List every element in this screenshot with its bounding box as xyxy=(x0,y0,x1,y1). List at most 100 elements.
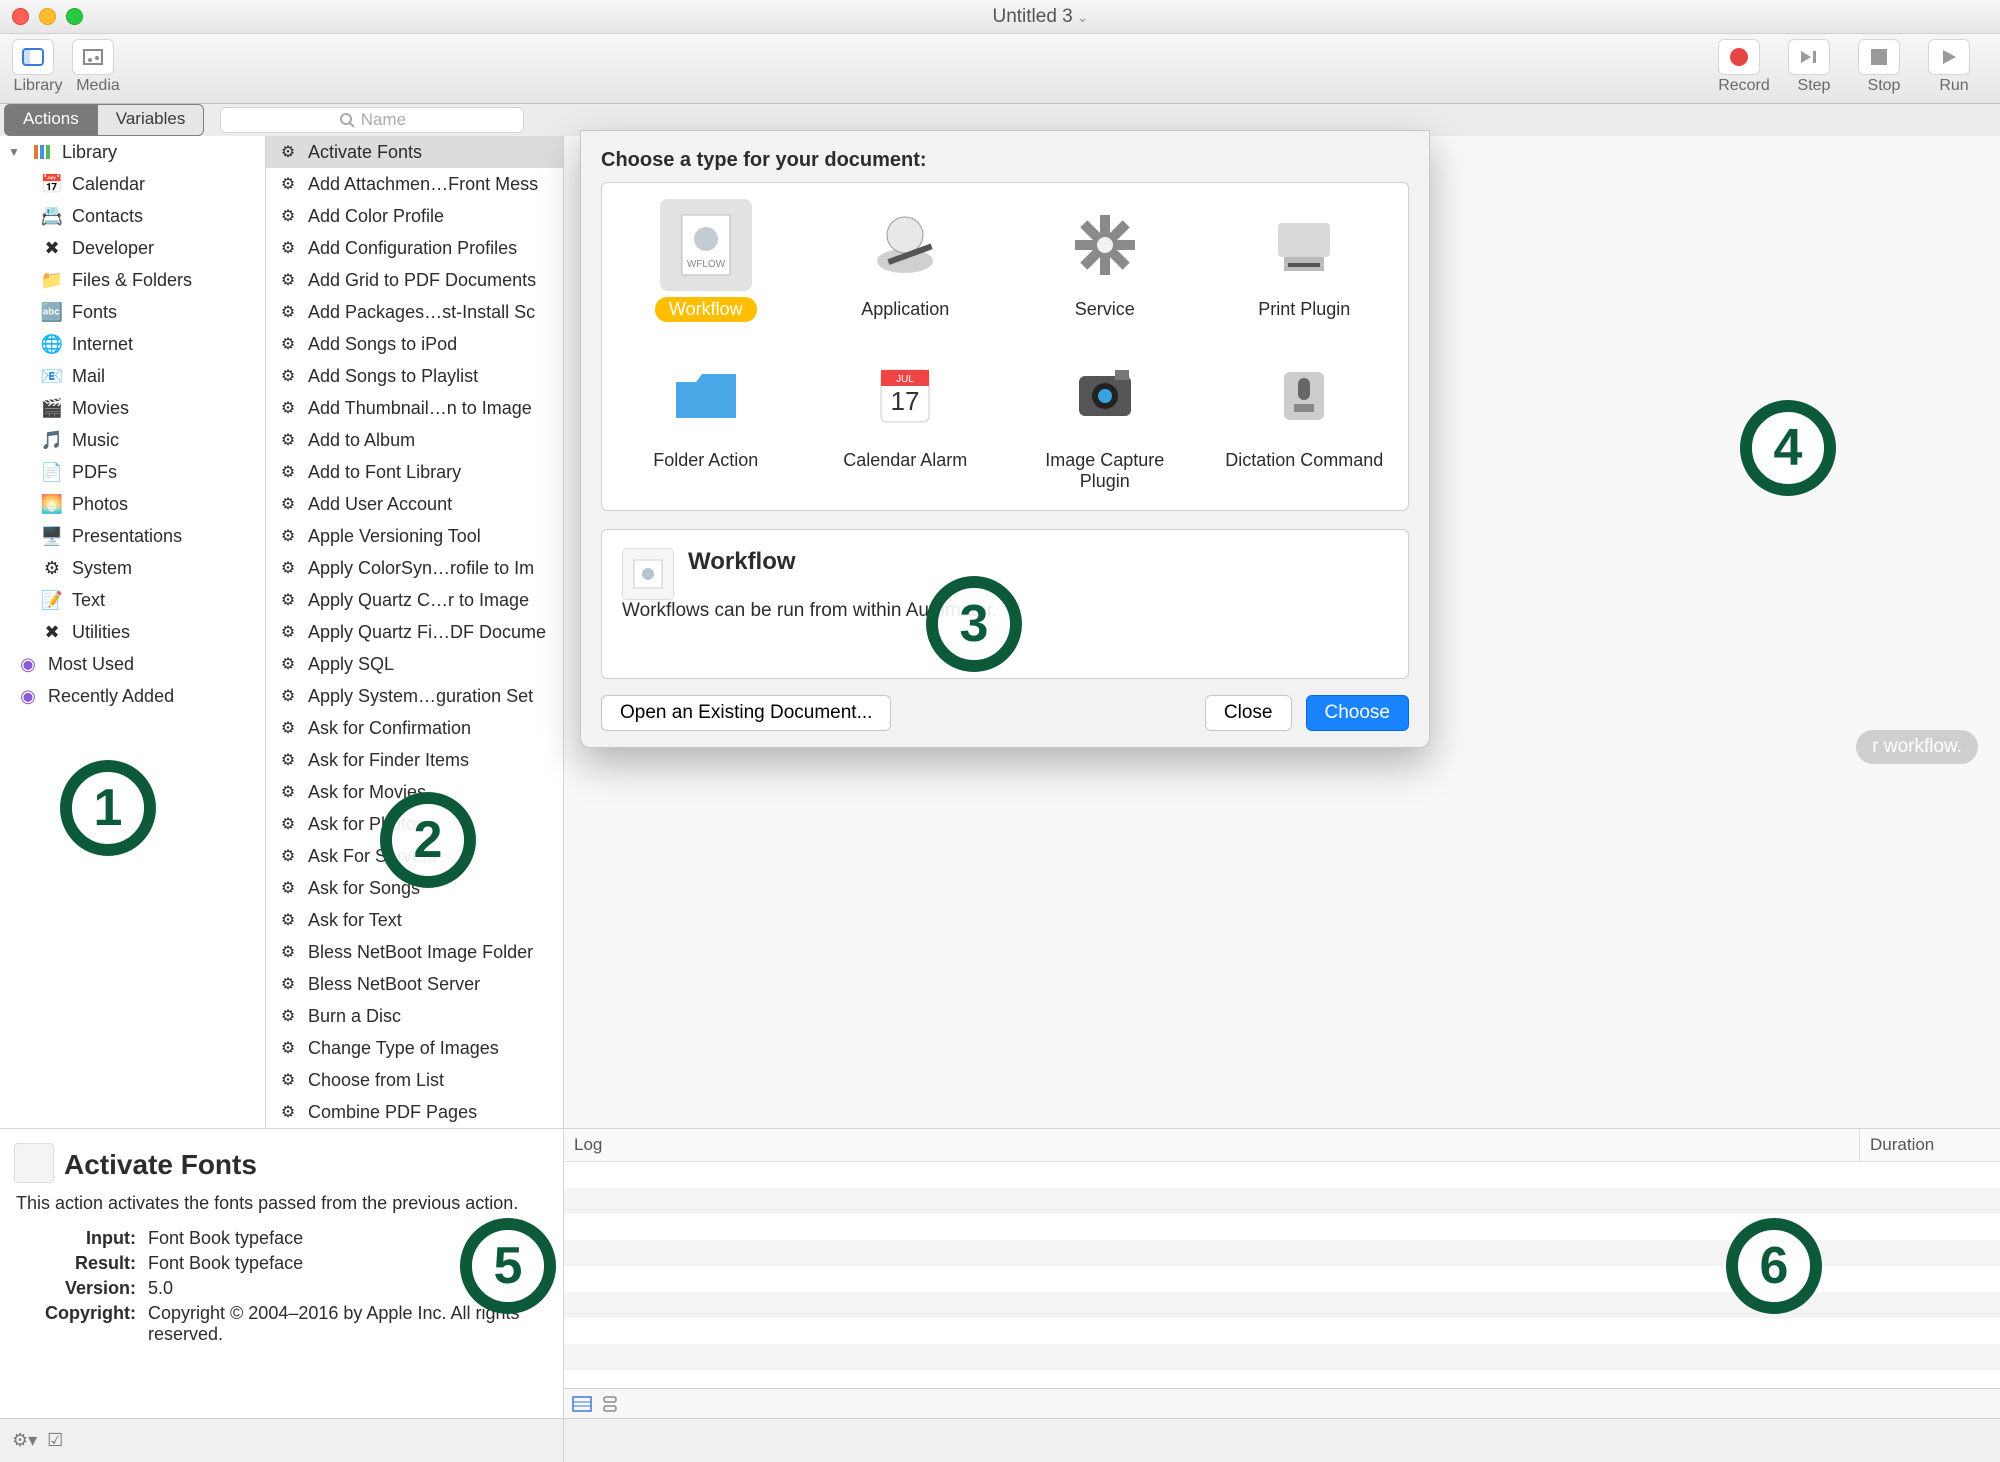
library-root[interactable]: ▼ Library xyxy=(0,136,265,168)
action-item[interactable]: ⚙︎ Add Configuration Profiles xyxy=(266,232,563,264)
action-icon: ⚙︎ xyxy=(276,140,300,164)
library-item-contacts[interactable]: 📇Contacts xyxy=(0,200,265,232)
run-button[interactable] xyxy=(1928,39,1970,75)
smart-folder-recently-added[interactable]: ◉Recently Added xyxy=(0,680,265,712)
action-label: Add Configuration Profiles xyxy=(308,238,517,259)
doc-type-print-plugin[interactable]: Print Plugin xyxy=(1209,199,1401,322)
action-item[interactable]: ⚙︎Add Grid to PDF Documents xyxy=(266,264,563,296)
log-col-duration[interactable]: Duration xyxy=(1860,1129,2000,1161)
calendar-icon: 📅 xyxy=(40,172,64,196)
action-item[interactable]: ⚙︎Apply ColorSyn…rofile to Im xyxy=(266,552,563,584)
library-item-presentations[interactable]: 🖥️Presentations xyxy=(0,520,265,552)
library-item-mail[interactable]: 📧Mail xyxy=(0,360,265,392)
action-item[interactable]: ⚙︎Add Songs to iPod xyxy=(266,328,563,360)
doc-type-calendar-alarm[interactable]: JUL17Calendar Alarm xyxy=(810,350,1002,494)
disclosure-triangle-icon[interactable]: ▼ xyxy=(8,145,22,159)
action-item[interactable]: ⚙︎Change Type of Images xyxy=(266,1032,563,1064)
action-icon: ⚙︎ xyxy=(276,236,300,260)
globe-icon: 🌐 xyxy=(40,332,64,356)
action-item[interactable]: ⚙︎ Activate Fonts xyxy=(266,136,563,168)
action-item[interactable]: ⚙︎Bless NetBoot Image Folder xyxy=(266,936,563,968)
action-item[interactable]: ⚙︎Add to Album xyxy=(266,424,563,456)
zoom-window-button[interactable] xyxy=(66,8,83,25)
title-chevron-icon: ⌄ xyxy=(1077,9,1089,25)
tab-actions[interactable]: Actions xyxy=(4,104,98,136)
action-item[interactable]: ⚙︎Apply Quartz Fi…DF Docume xyxy=(266,616,563,648)
tab-variables[interactable]: Variables xyxy=(98,104,205,136)
library-item-fonts[interactable]: 🔤Fonts xyxy=(0,296,265,328)
action-item[interactable]: ⚙︎Burn a Disc xyxy=(266,1000,563,1032)
action-item[interactable]: ⚙︎Ask for Confirmation xyxy=(266,712,563,744)
action-item[interactable]: ⚙︎Choose from List xyxy=(266,1064,563,1096)
action-icon: ⚙︎ xyxy=(276,332,300,356)
action-item[interactable]: ⚙︎Add User Account xyxy=(266,488,563,520)
action-icon: ⚙︎ xyxy=(276,524,300,548)
flow-view-icon[interactable] xyxy=(600,1396,620,1412)
action-item[interactable]: ⚙︎Apply System…guration Set xyxy=(266,680,563,712)
svg-text:JUL: JUL xyxy=(896,374,914,385)
media-button[interactable] xyxy=(72,39,114,75)
doc-type-dictation-command[interactable]: Dictation Command xyxy=(1209,350,1401,494)
library-label: Library xyxy=(14,77,63,95)
photos-icon: 🌅 xyxy=(40,492,64,516)
tools-icon: ✖︎ xyxy=(40,620,64,644)
action-label: Add Thumbnail…n to Image xyxy=(308,398,532,419)
action-label: Burn a Disc xyxy=(308,1006,401,1027)
action-item[interactable]: ⚙︎Add Attachmen…Front Mess xyxy=(266,168,563,200)
action-item[interactable]: ⚙︎Apple Versioning Tool xyxy=(266,520,563,552)
action-label: Combine PDF Pages xyxy=(308,1102,477,1123)
library-item-music[interactable]: 🎵Music xyxy=(0,424,265,456)
gear-menu-button[interactable]: ⚙︎▾ xyxy=(12,1430,37,1451)
choose-button[interactable]: Choose xyxy=(1306,695,1410,731)
library-item-label: Calendar xyxy=(72,174,145,195)
smart-folder-most-used[interactable]: ◉Most Used xyxy=(0,648,265,680)
search-input[interactable]: Name xyxy=(220,107,524,133)
library-item-internet[interactable]: 🌐Internet xyxy=(0,328,265,360)
open-existing-button[interactable]: Open an Existing Document... xyxy=(601,695,891,731)
close-window-button[interactable] xyxy=(12,8,29,25)
action-label: Add to Font Library xyxy=(308,462,461,483)
library-item-files-folders[interactable]: 📁Files & Folders xyxy=(0,264,265,296)
minimize-window-button[interactable] xyxy=(39,8,56,25)
doc-type-service[interactable]: Service xyxy=(1009,199,1201,322)
action-item[interactable]: ⚙︎Ask for Finder Items xyxy=(266,744,563,776)
library-item-utilities[interactable]: ✖︎Utilities xyxy=(0,616,265,648)
stop-button[interactable] xyxy=(1858,39,1900,75)
library-item-text[interactable]: 📝Text xyxy=(0,584,265,616)
pdf-icon: 📄 xyxy=(40,460,64,484)
close-button[interactable]: Close xyxy=(1205,695,1292,731)
action-item[interactable]: ⚙︎Apply SQL xyxy=(266,648,563,680)
library-item-developer[interactable]: ✖︎Developer xyxy=(0,232,265,264)
library-item-pdfs[interactable]: 📄 PDFs xyxy=(0,456,265,488)
action-item[interactable]: ⚙︎Add Songs to Playlist xyxy=(266,360,563,392)
lbl-copyright: Copyright: xyxy=(16,1303,136,1345)
action-label: Bless NetBoot Server xyxy=(308,974,480,995)
step-button[interactable] xyxy=(1788,39,1830,75)
library-item-label: PDFs xyxy=(72,462,117,483)
doc-type-application[interactable]: Application xyxy=(810,199,1002,322)
smartfolder-icon: ◉ xyxy=(16,652,40,676)
action-item[interactable]: ⚙︎Add to Font Library xyxy=(266,456,563,488)
doc-type-folder-action[interactable]: Folder Action xyxy=(610,350,802,494)
action-label: Activate Fonts xyxy=(308,142,422,163)
library-item-calendar[interactable]: 📅 Calendar xyxy=(0,168,265,200)
library-toggle-button[interactable] xyxy=(12,39,54,75)
log-col-log[interactable]: Log xyxy=(564,1129,1860,1161)
action-item[interactable]: ⚙︎Ask for Text xyxy=(266,904,563,936)
doc-type-image-capture-plugin[interactable]: Image Capture Plugin xyxy=(1009,350,1201,494)
search-icon xyxy=(339,112,355,128)
action-item[interactable]: ⚙︎Apply Quartz C…r to Image xyxy=(266,584,563,616)
library-item-photos[interactable]: 🌅Photos xyxy=(0,488,265,520)
action-item[interactable]: ⚙︎Add Color Profile xyxy=(266,200,563,232)
action-item[interactable]: ⚙︎Add Thumbnail…n to Image xyxy=(266,392,563,424)
list-view-icon[interactable] xyxy=(572,1396,592,1412)
titlebar: Untitled 3⌄ xyxy=(0,0,2000,34)
inbox-icon[interactable]: ☑︎ xyxy=(47,1430,63,1451)
library-item-system[interactable]: ⚙︎System xyxy=(0,552,265,584)
action-item[interactable]: ⚙︎Add Packages…st-Install Sc xyxy=(266,296,563,328)
action-item[interactable]: ⚙︎Combine PDF Pages xyxy=(266,1096,563,1128)
doc-type-workflow[interactable]: WFLOWWorkflow xyxy=(610,199,802,322)
library-item-movies[interactable]: 🎬Movies xyxy=(0,392,265,424)
record-button[interactable] xyxy=(1718,39,1760,75)
action-item[interactable]: ⚙︎Bless NetBoot Server xyxy=(266,968,563,1000)
